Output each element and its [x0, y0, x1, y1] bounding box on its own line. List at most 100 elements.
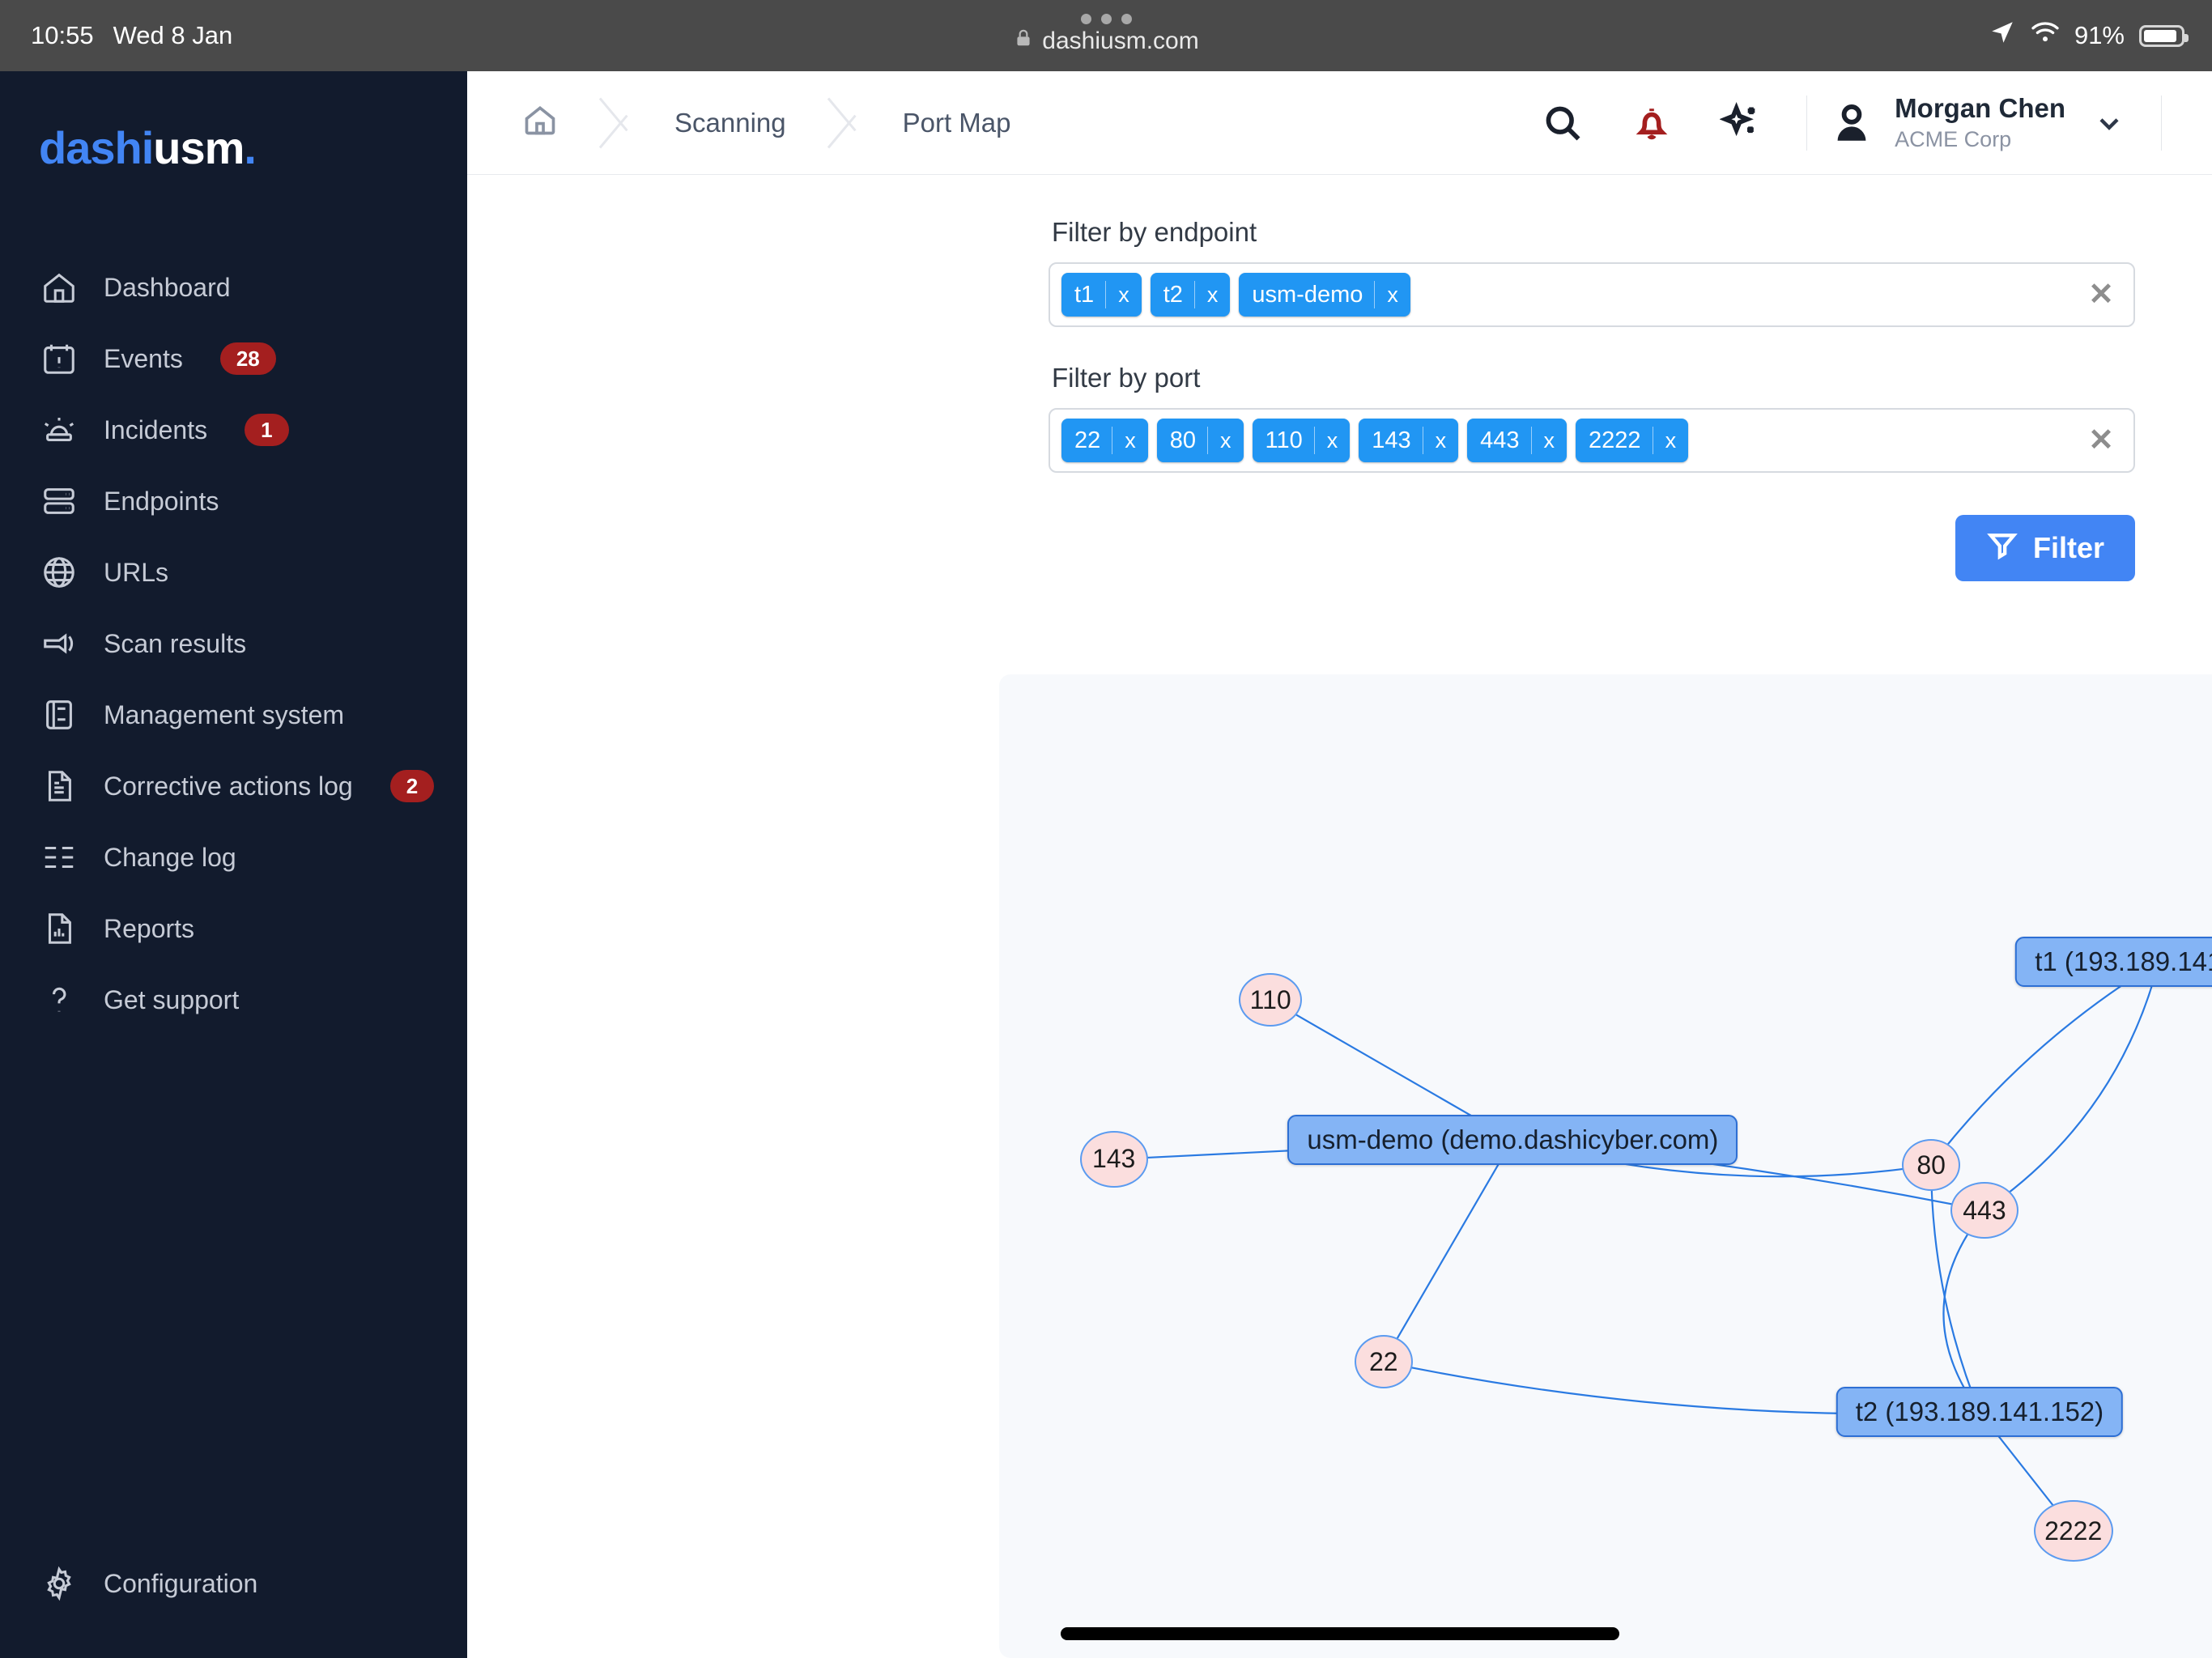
sidebar-item-configuration[interactable]: Configuration [0, 1548, 467, 1619]
tag-chip[interactable]: 443 x [1467, 419, 1568, 462]
wifi-icon [2031, 20, 2060, 51]
chevron-down-icon[interactable] [2085, 107, 2133, 139]
graph-port-node-22[interactable]: 22 [1354, 1335, 1413, 1389]
sidebar-item-get-support[interactable]: Get support [0, 964, 467, 1035]
tag-label: t1 [1074, 281, 1095, 308]
tag-chip[interactable]: t1 x [1061, 273, 1142, 317]
sidebar-item-urls[interactable]: URLs [0, 537, 467, 608]
sidebar-badge-incidents: 1 [245, 413, 289, 447]
graph-node-label: 22 [1369, 1346, 1398, 1376]
user-menu[interactable]: Morgan Chen ACME Corp [1828, 91, 2140, 153]
divider [1806, 95, 1808, 151]
tag-remove-icon[interactable]: x [1106, 283, 1142, 308]
app-logo[interactable]: dashiusm. [0, 71, 467, 174]
graph-port-node-2222[interactable]: 2222 [2033, 1500, 2113, 1562]
port-filter-input[interactable]: 22 x 80 x 110 x 143 x 443 x 2222 x ✕ [1049, 408, 2135, 473]
address-bar[interactable]: dashiusm.com [1013, 27, 1199, 55]
tag-label: usm-demo [1252, 281, 1363, 308]
breadcrumb-item-scanning[interactable]: Scanning [639, 71, 822, 175]
tag-remove-icon[interactable]: x [1375, 283, 1410, 308]
tag-remove-icon[interactable]: x [1423, 428, 1459, 453]
sidebar-item-events[interactable]: Events 28 [0, 323, 467, 394]
sidebar-item-management-system[interactable]: Management system [0, 679, 467, 750]
graph-endpoint-node-usm-demo[interactable]: usm-demo (demo.dashicyber.com) [1287, 1114, 1738, 1165]
tag-chip[interactable]: 80 x [1156, 419, 1244, 462]
tag-label: 80 [1169, 427, 1197, 453]
tag-label: 443 [1480, 427, 1520, 453]
graph-endpoint-node-t1[interactable]: t1 (193.189.141.151) [2015, 936, 2212, 987]
graph-node-label: 2222 [2044, 1516, 2103, 1545]
sidebar-item-label: Scan results [104, 628, 247, 658]
tag-label: 22 [1074, 427, 1101, 453]
sidebar-item-incidents[interactable]: Incidents 1 [0, 394, 467, 466]
breadcrumb-label: Scanning [674, 107, 786, 138]
user-avatar-icon [1828, 100, 1875, 147]
graph-port-node-143[interactable]: 143 [1079, 1130, 1148, 1188]
sparkle-ai-icon[interactable] [1696, 71, 1785, 175]
location-arrow-icon [1989, 19, 2016, 53]
breadcrumb-separator-icon [822, 71, 867, 175]
logo-part-usm: usm [153, 122, 245, 173]
battery-percent-label: 91% [2074, 21, 2125, 49]
search-icon[interactable] [1518, 71, 1607, 175]
sidebar-item-endpoints[interactable]: Endpoints [0, 466, 467, 537]
port-map-graph-card[interactable]: 11080443143222222t1 (193.189.141.151)t2 … [999, 674, 2212, 1658]
tag-chip[interactable]: 2222 x [1576, 419, 1689, 462]
document-lines-icon [39, 766, 79, 806]
home-indicator [1060, 1627, 1619, 1640]
lock-icon [1013, 28, 1034, 55]
siren-icon [39, 410, 79, 450]
sidebar-item-label: Corrective actions log [104, 771, 353, 801]
tag-chip[interactable]: 143 x [1359, 419, 1459, 462]
tag-remove-icon[interactable]: x [1112, 428, 1148, 453]
sidebar-item-corrective-actions-log[interactable]: Corrective actions log 2 [0, 750, 467, 822]
cabinet-icon [39, 695, 79, 735]
sidebar-item-reports[interactable]: Reports [0, 893, 467, 964]
graph-port-node-443[interactable]: 443 [1950, 1182, 2018, 1239]
tag-chip[interactable]: t2 x [1150, 273, 1231, 317]
tag-remove-icon[interactable]: x [1532, 428, 1568, 453]
endpoint-filter-input[interactable]: t1 x t2 x usm-demo x ✕ [1049, 262, 2135, 327]
globe-icon [39, 552, 79, 593]
sidebar-item-label: Dashboard [104, 272, 231, 302]
graph-node-label: usm-demo (demo.dashicyber.com) [1307, 1124, 1719, 1154]
address-bar-url: dashiusm.com [1042, 27, 1199, 54]
filter-button[interactable]: Filter [1955, 515, 2135, 581]
sidebar-item-label: URLs [104, 557, 169, 587]
clear-endpoint-filter-icon[interactable]: ✕ [2088, 279, 2114, 310]
sidebar-item-scan-results[interactable]: Scan results [0, 608, 467, 679]
sidebar-badge-corrective-actions: 2 [389, 769, 435, 803]
battery-icon [2139, 24, 2189, 47]
port-filter-label: Filter by port [1052, 363, 1201, 393]
clear-port-filter-icon[interactable]: ✕ [2088, 425, 2114, 456]
tag-chip[interactable]: usm-demo x [1239, 273, 1410, 317]
ios-status-bar: 10:55 Wed 8 Jan dashiusm.com 91% [0, 0, 2212, 71]
graph-edge [1382, 1139, 1514, 1363]
graph-port-node-80[interactable]: 80 [1902, 1139, 1961, 1192]
sidebar-item-dashboard[interactable]: Dashboard [0, 252, 467, 323]
graph-node-label: t1 (193.189.141.151) [2035, 946, 2212, 976]
tag-remove-icon[interactable]: x [1315, 428, 1351, 453]
tag-chip[interactable]: 110 x [1252, 419, 1351, 462]
scanner-icon [39, 623, 79, 664]
tag-remove-icon[interactable]: x [1653, 428, 1689, 453]
question-mark-icon [39, 980, 79, 1020]
breadcrumb-item-port-map[interactable]: Port Map [867, 71, 1047, 175]
document-chart-icon [39, 908, 79, 949]
tag-remove-icon[interactable]: x [1195, 283, 1231, 308]
graph-endpoint-node-t2[interactable]: t2 (193.189.141.152) [1836, 1387, 2124, 1438]
breadcrumb-separator-icon [593, 71, 639, 175]
graph-edge [1930, 960, 2159, 1166]
sidebar-item-change-log[interactable]: Change log [0, 822, 467, 893]
main-area: Scanning Port Map Morgan Chen ACME Corp … [467, 71, 2212, 1658]
graph-node-label: t2 (193.189.141.152) [1855, 1397, 2104, 1427]
breadcrumb-home[interactable] [500, 71, 593, 175]
tag-remove-icon[interactable]: x [1208, 428, 1244, 453]
sidebar-item-label: Get support [104, 984, 240, 1014]
list-icon [39, 837, 79, 878]
graph-port-node-110[interactable]: 110 [1239, 973, 1303, 1027]
user-name: Morgan Chen [1895, 93, 2065, 124]
tag-chip[interactable]: 22 x [1061, 419, 1148, 462]
bell-icon[interactable] [1607, 71, 1696, 175]
calendar-alert-icon [39, 338, 79, 379]
